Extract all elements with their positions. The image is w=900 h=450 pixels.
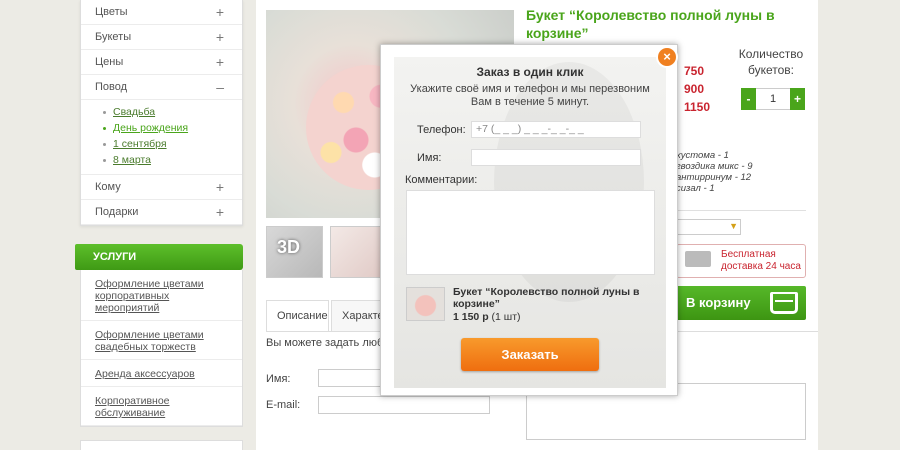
name-label: Имя: <box>417 152 442 164</box>
left-column: Цветы + Букеты + Цены + Повод – Свадьба … <box>75 0 243 450</box>
plus-icon[interactable]: + <box>216 175 224 200</box>
services-list: Оформление цветами корпоративных меропри… <box>80 270 243 427</box>
composition-item: хустома - 1 <box>676 150 729 161</box>
menu-item-label: Повод <box>95 81 128 93</box>
next-sidebar-block <box>80 440 243 450</box>
menu-item-prices[interactable]: Цены + <box>81 50 242 75</box>
price-list: 750 900 1150 <box>684 62 710 116</box>
option-select[interactable]: ▼ <box>676 219 741 235</box>
composition-item: антирринум - 12 <box>676 172 752 183</box>
menu-item-label: Цены <box>95 56 124 68</box>
name-label: Имя: <box>266 373 291 385</box>
submenu-item-march-8[interactable]: 8 марта <box>103 152 242 168</box>
menu-item-flowers[interactable]: Цветы + <box>81 0 242 25</box>
3d-badge-icon: 3D <box>277 237 301 257</box>
submenu-item-birthday[interactable]: День рождения <box>103 120 242 136</box>
service-link-weddings[interactable]: Оформление цветами свадебных торжеств <box>81 321 242 360</box>
menu-item-label: Букеты <box>95 31 132 43</box>
order-price-value: 1 150 р <box>453 311 489 323</box>
quantity-label: Количество букетов: <box>738 47 804 77</box>
one-click-order-modal: × Заказ в один клик Укажите своё имя и т… <box>380 44 678 396</box>
service-link-corporate-service[interactable]: Корпоративное обслуживание <box>81 387 242 426</box>
quantity-input[interactable]: 1 <box>756 88 790 110</box>
composition-item: сизал - 1 <box>676 183 715 194</box>
add-to-cart-button[interactable]: В корзину <box>676 286 806 320</box>
delivery-text: Бесплатная доставка 24 часа <box>721 249 801 272</box>
chevron-down-icon: ▼ <box>729 221 738 231</box>
thumbnail-3d[interactable]: 3D <box>266 226 323 278</box>
decrement-button[interactable]: - <box>741 88 756 110</box>
service-link-accessories-rent[interactable]: Аренда аксессуаров <box>81 360 242 387</box>
menu-item-label: Подарки <box>95 206 139 218</box>
tab-description[interactable]: Описание <box>266 300 329 332</box>
menu-item-gifts[interactable]: Подарки + <box>81 200 242 225</box>
thumbnail-photo[interactable] <box>330 226 387 278</box>
price-small: 750 <box>684 64 705 78</box>
increment-button[interactable]: + <box>790 88 805 110</box>
close-icon[interactable]: × <box>658 48 676 66</box>
comment-textarea[interactable] <box>406 190 655 275</box>
composition-list: хустома - 1 гвоздика микс - 9 антирринум… <box>676 150 753 194</box>
price-large: 1150 <box>684 100 711 114</box>
menu-item-label: Цветы <box>95 6 128 18</box>
modal-subtitle: Укажите своё имя и телефон и мы перезвон… <box>410 83 650 108</box>
service-link-corporate-events[interactable]: Оформление цветами корпоративных меропри… <box>81 270 242 321</box>
add-to-cart-label: В корзину <box>686 295 751 310</box>
phone-label: Телефон: <box>417 124 466 136</box>
divider <box>676 210 806 211</box>
catalog-menu: Цветы + Букеты + Цены + Повод – Свадьба … <box>80 0 243 226</box>
occasion-submenu: Свадьба День рождения 1 сентября 8 марта <box>81 100 242 175</box>
quantity-stepper: - 1 + <box>741 88 805 110</box>
phone-field[interactable]: +7 (_ _ _) _ _ _-_ _-_ _ <box>471 121 641 138</box>
truck-icon <box>685 251 711 267</box>
services-header: УСЛУГИ <box>75 244 243 270</box>
plus-icon[interactable]: + <box>216 25 224 50</box>
menu-item-bouquets[interactable]: Букеты + <box>81 25 242 50</box>
plus-icon[interactable]: + <box>216 0 224 25</box>
product-title: Букет “Королевство полной луны в корзине… <box>526 7 775 41</box>
order-product-name: Букет “Королевство полной луны в корзине… <box>453 286 640 310</box>
price-medium: 900 <box>684 82 705 96</box>
ask-question-text: Вы можете задать любо <box>266 337 390 349</box>
order-price: 1 150 р (1 шт) <box>453 311 521 323</box>
minus-icon[interactable]: – <box>216 75 224 100</box>
name-field[interactable] <box>471 149 641 166</box>
email-field[interactable] <box>318 396 490 414</box>
email-label: E-mail: <box>266 399 301 411</box>
free-delivery-badge: Бесплатная доставка 24 часа <box>676 244 806 278</box>
submenu-item-wedding[interactable]: Свадьба <box>103 104 242 120</box>
plus-icon[interactable]: + <box>216 200 224 225</box>
product-thumbnail <box>406 287 445 321</box>
comment-label: Комментарии: <box>405 174 478 186</box>
modal-title: Заказ в один клик <box>476 65 584 79</box>
order-quantity: (1 шт) <box>491 311 521 323</box>
menu-item-to-whom[interactable]: Кому + <box>81 175 242 200</box>
order-button[interactable]: Заказать <box>461 338 599 371</box>
menu-item-occasion[interactable]: Повод – <box>81 75 242 100</box>
submenu-item-september-1[interactable]: 1 сентября <box>103 136 242 152</box>
composition-item: гвоздика микс - 9 <box>676 161 753 172</box>
menu-item-label: Кому <box>95 181 121 193</box>
plus-icon[interactable]: + <box>216 50 224 75</box>
cart-icon <box>770 292 798 314</box>
